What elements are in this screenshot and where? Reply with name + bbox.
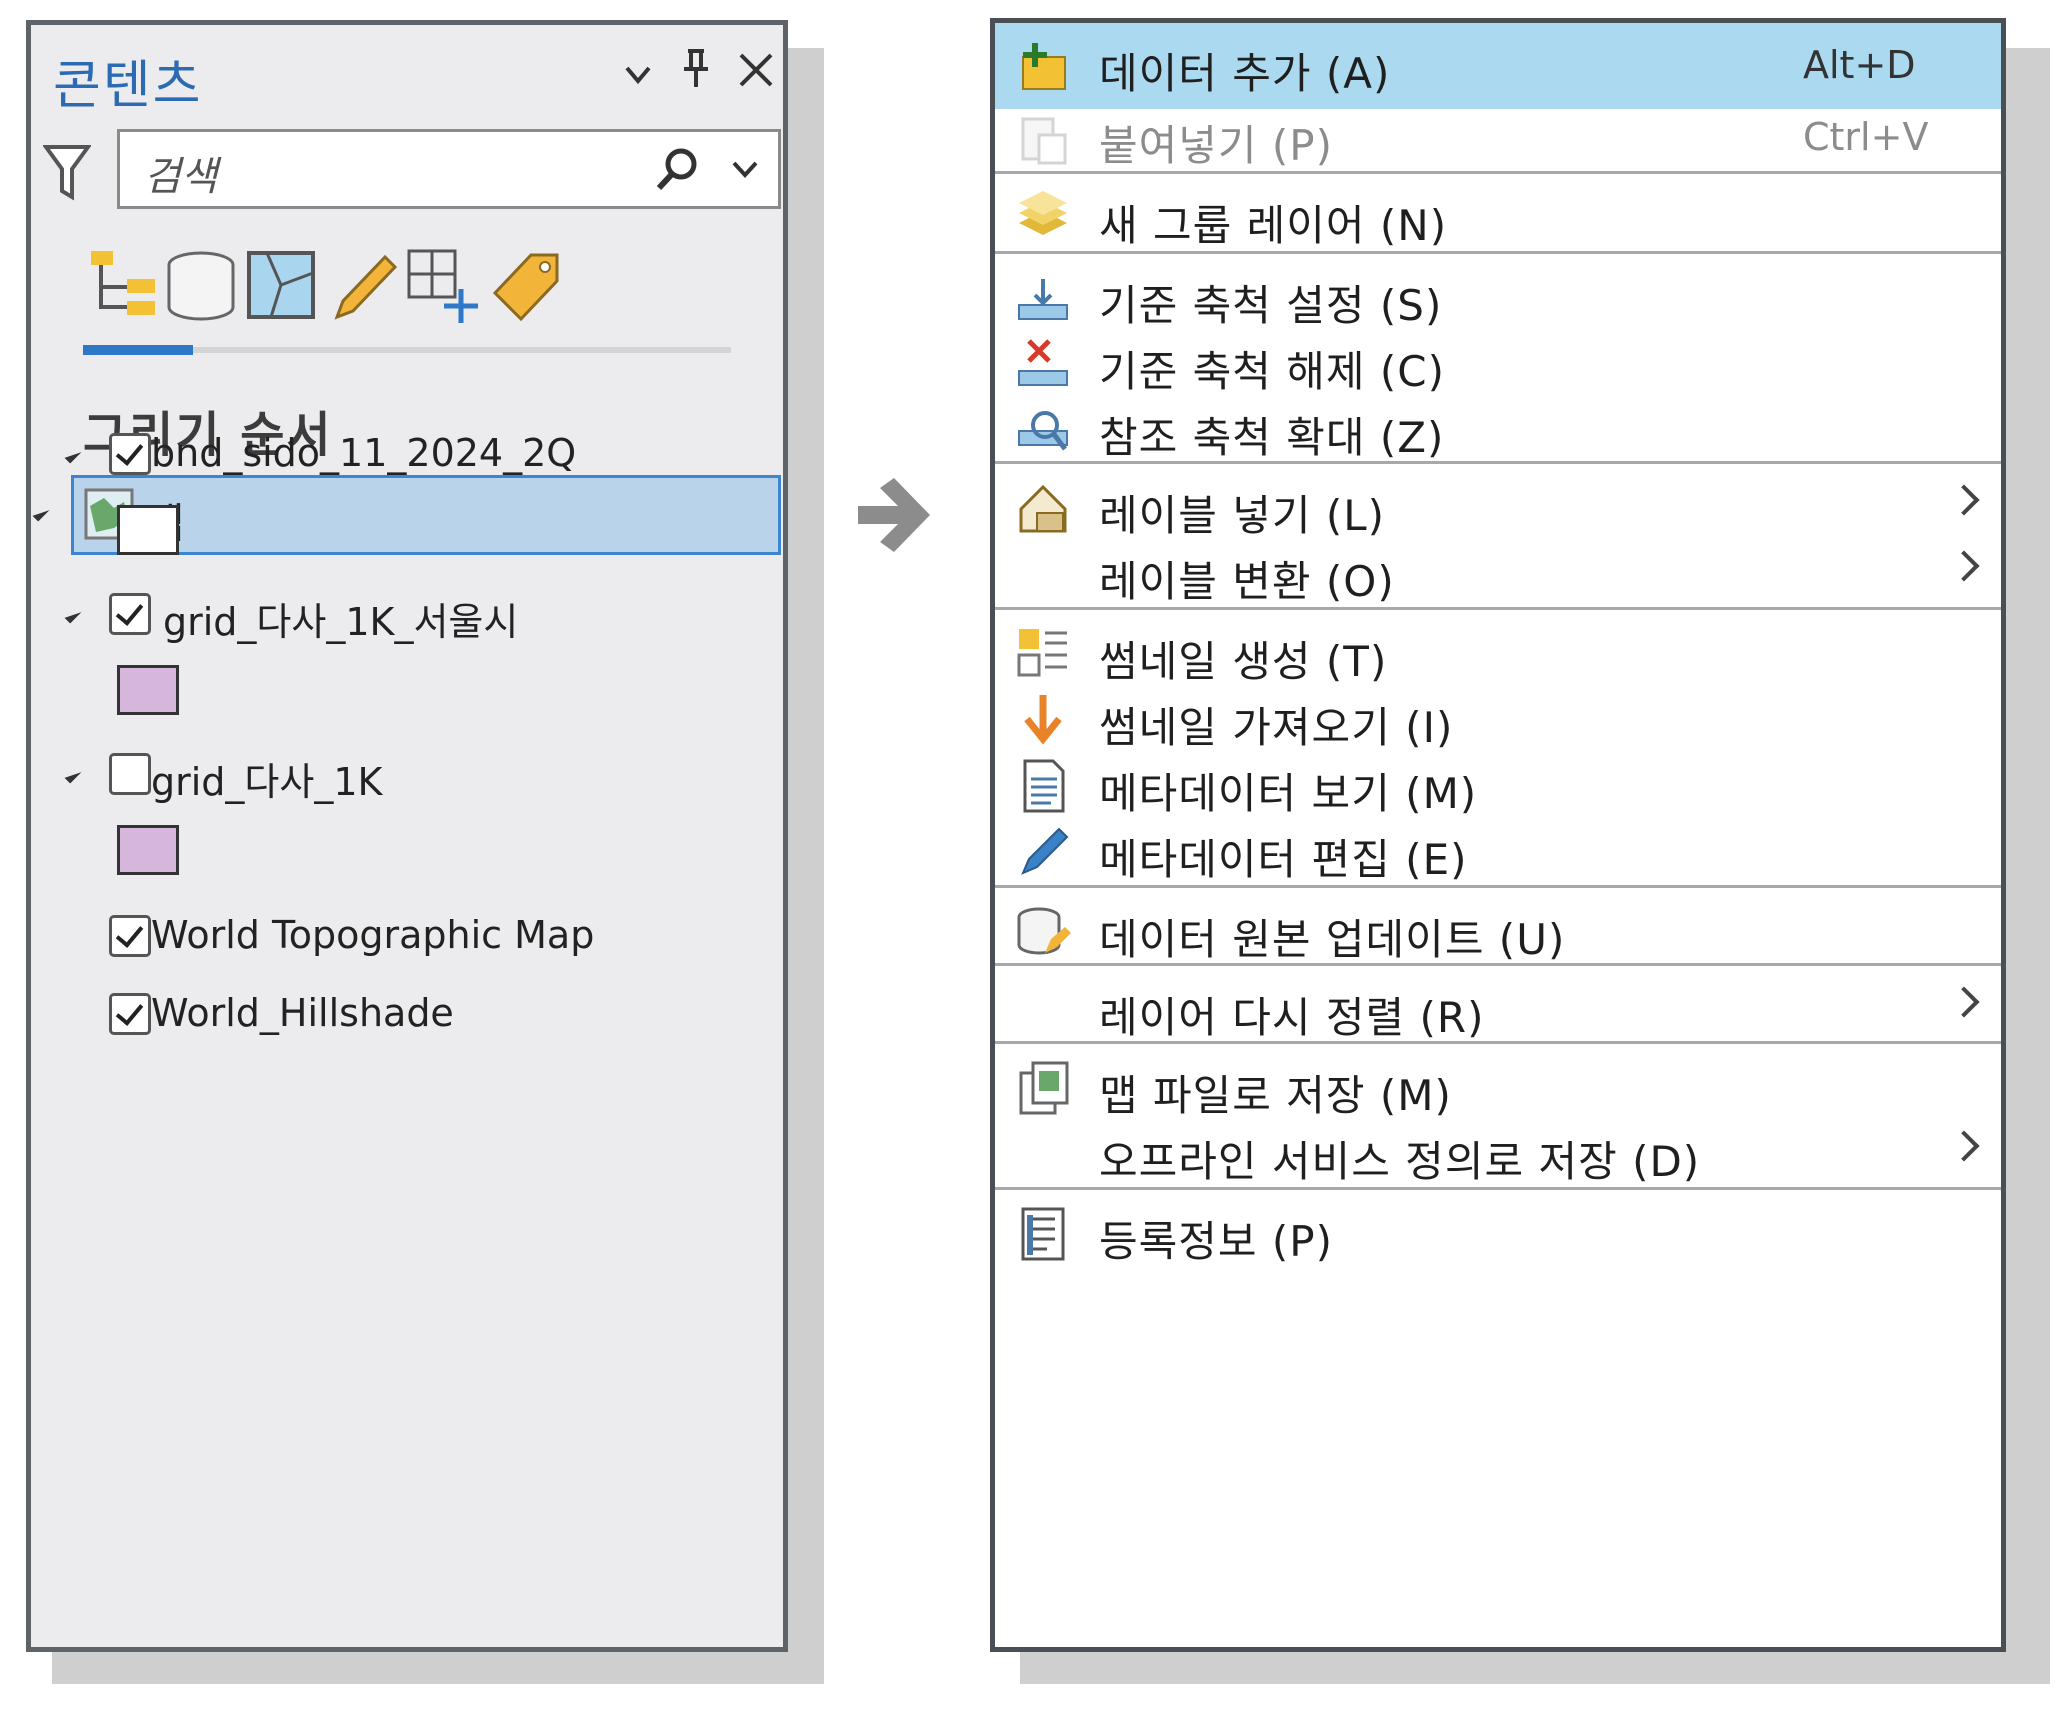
menu-item-label: 데이터 원본 업데이트 (U) — [1099, 915, 1566, 964]
close-icon[interactable] — [737, 51, 775, 89]
layer-symbol-swatch[interactable] — [117, 825, 179, 875]
menu-item-label: 메타데이터 편집 (E) — [1099, 835, 1468, 884]
layer-name[interactable]: World Topographic Map — [151, 913, 594, 957]
menu-item[interactable]: 등록정보 (P) — [995, 1191, 2001, 1277]
submenu-chevron-icon — [1948, 1130, 1980, 1162]
layer-visibility-checkbox[interactable] — [109, 753, 151, 795]
import-thumbnail-icon — [1024, 695, 1062, 745]
labeling-icon[interactable] — [487, 245, 569, 327]
add-data-icon — [1022, 43, 1066, 90]
search-dropdown-icon[interactable] — [730, 154, 760, 184]
search-placeholder: 검색 — [144, 154, 218, 200]
filter-icon[interactable] — [43, 143, 91, 201]
layer-visibility-checkbox[interactable] — [109, 993, 151, 1035]
layer-visibility-checkbox[interactable] — [109, 433, 151, 475]
menu-item-label: 등록정보 (P) — [1099, 1217, 1334, 1266]
menu-item-label: 오프라인 서비스 정의로 저장 (D) — [1099, 1137, 1701, 1186]
menu-item-shortcut: Alt+D — [1803, 43, 1916, 87]
paste-icon — [1021, 117, 1067, 165]
set-reference-scale-icon — [1018, 279, 1068, 320]
layer-expander-icon[interactable] — [64, 766, 82, 784]
create-thumbnail-icon — [1017, 629, 1067, 677]
layer-name[interactable]: grid_다사_1K — [151, 751, 382, 806]
label-icon — [1019, 484, 1067, 533]
context-menu: 데이터 추가 (A) Alt+D 붙여넣기 (P) Ctrl+V 새 그룹 레이어 (N… — [990, 18, 2006, 1652]
menu-item[interactable]: 레이어 다시 정렬 (R) — [995, 967, 2001, 1053]
menu-item[interactable]: 참조 축척 확대 (Z) — [995, 387, 2001, 473]
toolbar-active-indicator — [83, 345, 193, 355]
menu-item: 붙여넣기 (P) Ctrl+V — [995, 95, 2001, 181]
submenu-chevron-icon — [1948, 550, 1980, 582]
layer-name[interactable]: bnd_sido_11_2024_2Q — [151, 431, 576, 475]
menu-item[interactable]: 새 그룹 레이어 (N) — [995, 175, 2001, 261]
contents-pane: 콘텐츠 검색 그리기 순서 bnd_sido_11_2024_2Q grid_다… — [26, 20, 788, 1652]
chevron-down-icon[interactable] — [623, 59, 653, 89]
layer-expander-icon[interactable] — [64, 446, 82, 464]
layer-visibility-checkbox[interactable] — [109, 593, 151, 635]
update-data-source-icon — [1017, 907, 1071, 955]
menu-item[interactable]: 오프라인 서비스 정의로 저장 (D) — [995, 1111, 2001, 1197]
layer-expander-icon[interactable] — [64, 606, 82, 624]
properties-icon — [1021, 1207, 1065, 1261]
selection-icon[interactable] — [241, 245, 323, 327]
menu-item-shortcut: Ctrl+V — [1803, 115, 1929, 159]
menu-item-label: 붙여넣기 (P) — [1099, 121, 1334, 170]
arrow-right-icon — [858, 478, 930, 552]
edit-metadata-icon — [1021, 827, 1069, 875]
menu-item-label: 데이터 추가 (A) — [1099, 49, 1391, 98]
menu-item-label: 레이블 변환 (O) — [1099, 557, 1395, 606]
layer-symbol-swatch[interactable] — [117, 665, 179, 715]
menu-item-label: 새 그룹 레이어 (N) — [1099, 201, 1448, 250]
layer-name[interactable]: grid_다사_1K_서울시 — [163, 591, 518, 646]
drawing-order-icon[interactable] — [83, 245, 165, 327]
group-layer-icon — [1019, 191, 1067, 235]
search-icon[interactable] — [654, 146, 700, 192]
menu-item[interactable]: 데이터 원본 업데이트 (U) — [995, 889, 2001, 975]
layer-visibility-checkbox[interactable] — [109, 915, 151, 957]
search-input[interactable]: 검색 — [117, 129, 781, 209]
editing-icon[interactable] — [323, 245, 405, 327]
submenu-chevron-icon — [1948, 986, 1980, 1018]
layer-name[interactable]: World_Hillshade — [151, 991, 454, 1035]
menu-item-label: 참조 축척 확대 (Z) — [1099, 413, 1445, 462]
snapping-icon[interactable] — [403, 245, 485, 327]
view-metadata-icon — [1023, 759, 1065, 813]
pin-icon[interactable] — [679, 47, 713, 91]
menu-item[interactable]: 레이블 변환 (O) — [995, 531, 2001, 617]
menu-item-label: 레이어 다시 정렬 (R) — [1099, 993, 1485, 1042]
map-expander-icon[interactable] — [32, 504, 50, 522]
submenu-chevron-icon — [1948, 484, 1980, 516]
data-source-icon[interactable] — [161, 245, 243, 327]
menu-item[interactable]: 메타데이터 편집 (E) — [995, 809, 2001, 895]
zoom-to-reference-scale-icon — [1018, 411, 1068, 451]
layer-symbol-swatch[interactable] — [117, 505, 179, 555]
clear-reference-scale-icon — [1018, 339, 1068, 386]
save-map-file-icon — [1019, 1061, 1069, 1115]
pane-title: 콘텐츠 — [53, 56, 203, 116]
